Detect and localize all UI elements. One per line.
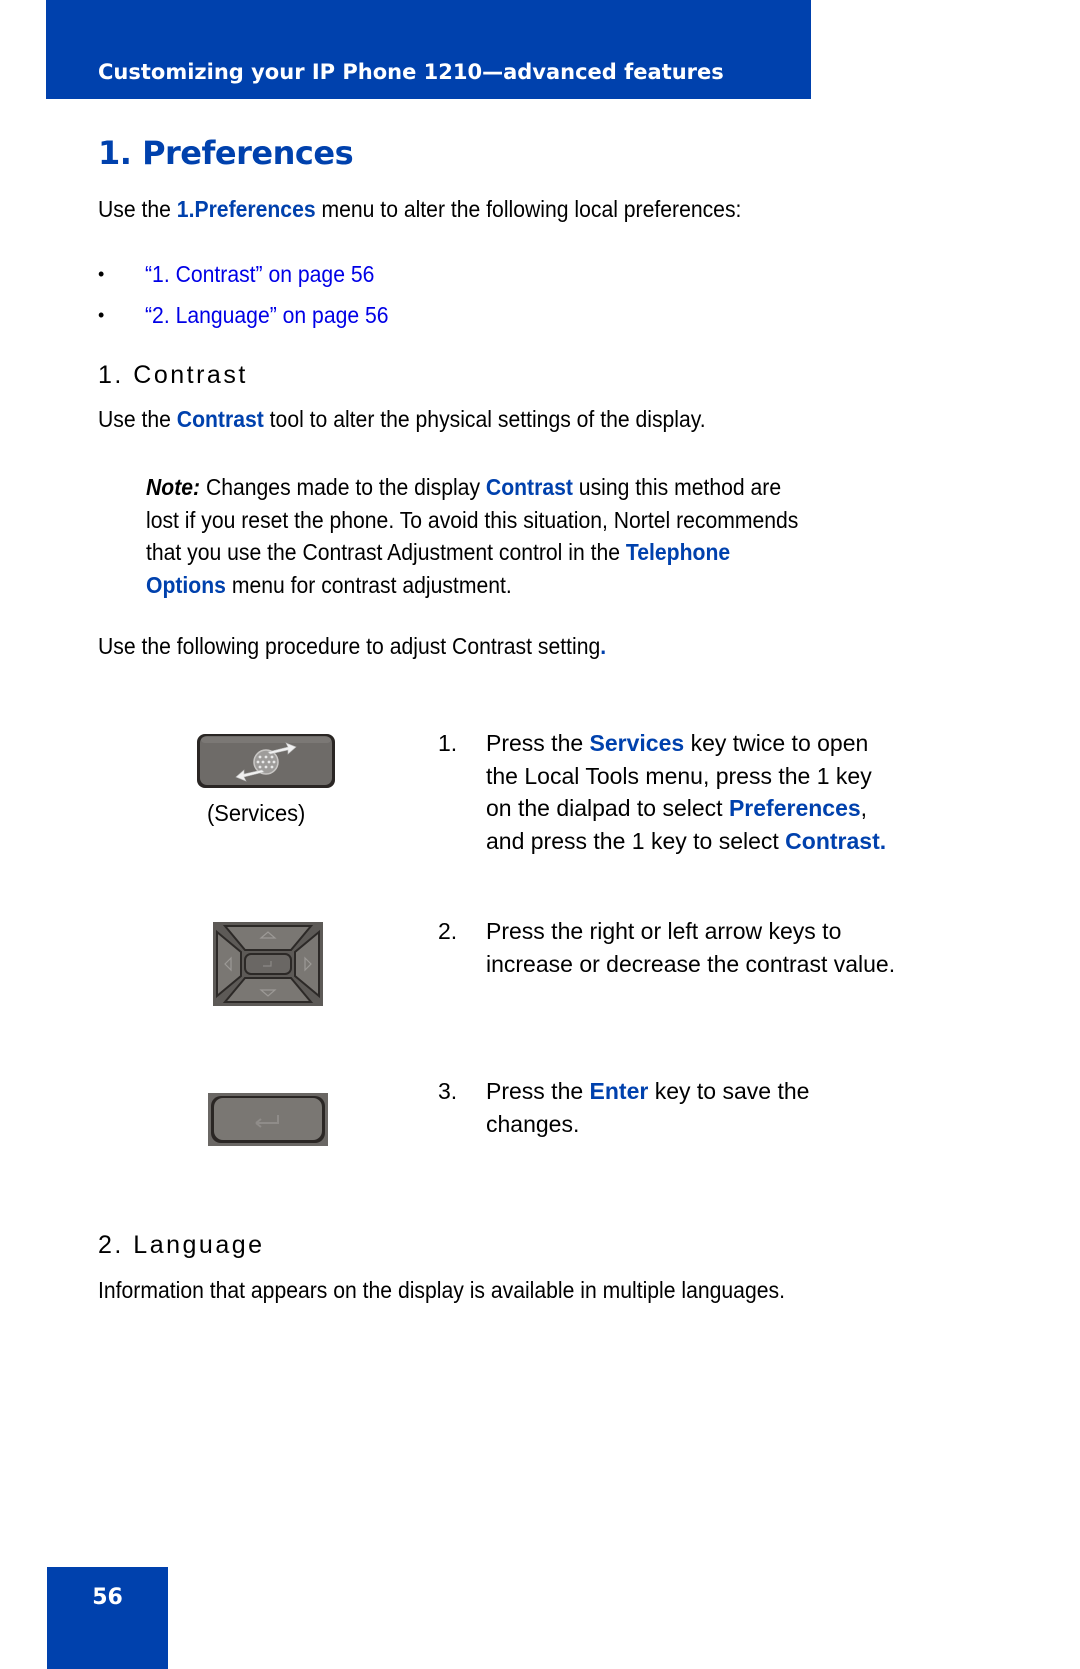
step-emphasis: Preferences — [728, 795, 861, 821]
page-number-box: 56 — [47, 1567, 168, 1669]
step-text: key to save the — [648, 1078, 810, 1104]
step-line: Press the right or left arrow keys to — [486, 918, 842, 944]
contrast-description: Use the Contrast tool to alter the physi… — [98, 403, 706, 435]
note-emphasis: Options — [146, 571, 226, 598]
note-block: Note: Changes made to the display Contra… — [146, 471, 919, 601]
note-text: Changes made to the display — [200, 474, 486, 500]
bullet-icon: • — [98, 264, 105, 284]
step-line: Press the Services key twice to open — [486, 727, 886, 760]
procedure-intro: Use the following procedure to adjust Co… — [98, 630, 606, 662]
step-line: increase or decrease the contrast value. — [486, 950, 896, 977]
intro-prefix: Use the — [98, 196, 177, 222]
section-heading-language: 2. Language — [98, 1231, 265, 1259]
language-description: Information that appears on the display … — [98, 1277, 785, 1303]
note-line: Options menu for contrast adjustment. — [146, 569, 919, 602]
enter-key-icon — [208, 1093, 328, 1146]
step-line: the Local Tools menu, press the 1 key — [486, 762, 872, 789]
step-body: Press the Enter key to save the changes. — [486, 1075, 809, 1140]
link-contrast[interactable]: “1. Contrast” on page 56 — [145, 258, 374, 290]
intro-paragraph: Use the 1.Preferences menu to alter the … — [98, 193, 741, 225]
note-text: that you use the Contrast Adjustment con… — [146, 539, 626, 565]
step-emphasis: Enter — [589, 1078, 649, 1104]
procedure-intro-text: Use the following procedure to adjust Co… — [98, 633, 601, 659]
link-language[interactable]: “2. Language” on page 56 — [145, 299, 389, 331]
step-text: Press the — [486, 1078, 590, 1104]
step-number: 3. — [438, 1078, 458, 1104]
step-line: and press the 1 key to select Contrast. — [486, 825, 886, 858]
intro-suffix: menu to alter the following local prefer… — [315, 196, 742, 222]
step-text: and press the 1 key to select — [486, 827, 786, 854]
intro-emphasis: 1.Preferences — [176, 196, 316, 222]
navigation-cluster-icon — [213, 922, 323, 1006]
step-line: Press the Enter key to save the — [486, 1075, 809, 1108]
step-body: Press the Services key twice to open the… — [486, 727, 886, 857]
procedure-intro-period: . — [600, 633, 607, 659]
note-line: lost if you reset the phone. To avoid th… — [146, 506, 799, 533]
step-line: on the dialpad to select Preferences, — [486, 792, 886, 825]
note-line: Note: Changes made to the display Contra… — [146, 471, 919, 504]
step-line: changes. — [486, 1110, 580, 1137]
header-band: Customizing your IP Phone 1210—advanced … — [46, 0, 811, 99]
step-emphasis: Contrast. — [785, 827, 887, 854]
page-number: 56 — [92, 1585, 123, 1610]
running-header-title: Customizing your IP Phone 1210—advanced … — [98, 60, 724, 84]
contrast-desc-emphasis: Contrast — [176, 406, 264, 432]
note-emphasis: Telephone — [625, 539, 731, 565]
contrast-desc-suffix: tool to alter the physical settings of t… — [263, 406, 706, 432]
step-number: 2. — [438, 918, 458, 944]
note-text: menu for contrast adjustment. — [225, 571, 512, 598]
services-key-icon — [197, 734, 335, 788]
bullet-icon: • — [98, 305, 105, 325]
step-text: on the dialpad to select — [486, 795, 729, 821]
note-text: using this method are — [572, 474, 782, 500]
note-emphasis: Contrast — [485, 474, 573, 500]
section-heading-contrast: 1. Contrast — [98, 361, 248, 389]
step-body: Press the right or left arrow keys to in… — [486, 915, 895, 980]
step-text: , — [860, 795, 868, 821]
services-caption: (Services) — [207, 800, 306, 826]
contrast-desc-prefix: Use the — [98, 406, 177, 432]
page-title: 1. Preferences — [98, 134, 354, 172]
step-text: Press the — [486, 730, 590, 756]
step-number: 1. — [438, 730, 458, 756]
note-line: that you use the Contrast Adjustment con… — [146, 536, 919, 569]
step-emphasis: Services — [589, 730, 685, 756]
note-label: Note: — [146, 474, 201, 500]
step-text: key twice to open — [684, 730, 869, 756]
